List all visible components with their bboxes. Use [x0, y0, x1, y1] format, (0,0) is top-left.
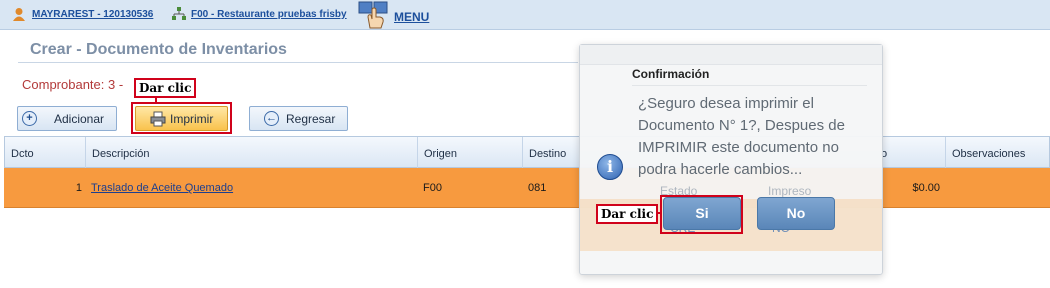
dialog-header-bar [580, 45, 882, 65]
back-button[interactable]: ← Regresar [249, 106, 348, 131]
company-tree-icon [172, 7, 186, 20]
dialog-title: Confirmación [632, 67, 710, 81]
info-icon: i [597, 154, 623, 180]
menu-link[interactable]: MENU [394, 10, 429, 24]
dialog-divider [632, 85, 867, 86]
column-separator [85, 137, 86, 169]
cell-descripcion-link[interactable]: Traslado de Aceite Quemado [91, 182, 233, 194]
add-button-label: Adicionar [54, 111, 105, 126]
column-separator [522, 137, 523, 169]
annotation-callout-print: Dar clic [134, 78, 197, 98]
top-bar: MAYRAREST - 120130536 F00 - Restaurante … [0, 0, 1050, 30]
column-separator [417, 137, 418, 169]
title-divider [18, 62, 578, 63]
column-separator [945, 137, 946, 169]
menu-hand-icon[interactable] [357, 1, 391, 29]
table-row[interactable]: 1 Traslado de Aceite Quemado F00 081 $0.… [4, 168, 1050, 208]
page-title: Crear - Documento de Inventarios [30, 41, 287, 58]
no-button[interactable]: No [757, 197, 835, 230]
header-dcto[interactable]: Dcto [11, 148, 34, 160]
cell-dcto: 1 [75, 182, 82, 194]
app-window: MAYRAREST - 120130536 F00 - Restaurante … [0, 0, 1050, 288]
cell-origen: F00 [423, 182, 442, 194]
annotation-highlight-yes [660, 195, 743, 234]
cell-destino: 081 [528, 182, 547, 194]
dialog-message: ¿Seguro desea imprimir el Documento N° 1… [638, 95, 845, 178]
add-button[interactable]: + Adicionar [17, 106, 117, 131]
annotation-highlight-print [131, 102, 232, 134]
back-arrow-icon: ← [264, 111, 279, 126]
back-button-label: Regresar [286, 111, 336, 126]
company-link[interactable]: F00 - Restaurante pruebas frisby [191, 9, 347, 20]
annotation-callout-yes: Dar clic [596, 204, 659, 224]
comprobante-label: Comprobante: 3 - [22, 77, 124, 92]
plus-icon: + [22, 111, 37, 126]
user-link[interactable]: MAYRAREST - 120130536 [32, 9, 153, 20]
header-origen[interactable]: Origen [424, 148, 457, 160]
grid-header: Dcto Descripción Origen Destino o Observ… [4, 136, 1050, 169]
ghost-header-impreso: Impreso [768, 184, 812, 198]
confirmation-dialog: Confirmación ¿Seguro desea imprimir el D… [579, 44, 883, 275]
user-icon [13, 8, 25, 21]
header-observaciones[interactable]: Observaciones [952, 148, 1025, 160]
cell-valor: $0.00 [912, 182, 940, 194]
header-destino[interactable]: Destino [529, 148, 566, 160]
header-descripcion[interactable]: Descripción [92, 148, 149, 160]
